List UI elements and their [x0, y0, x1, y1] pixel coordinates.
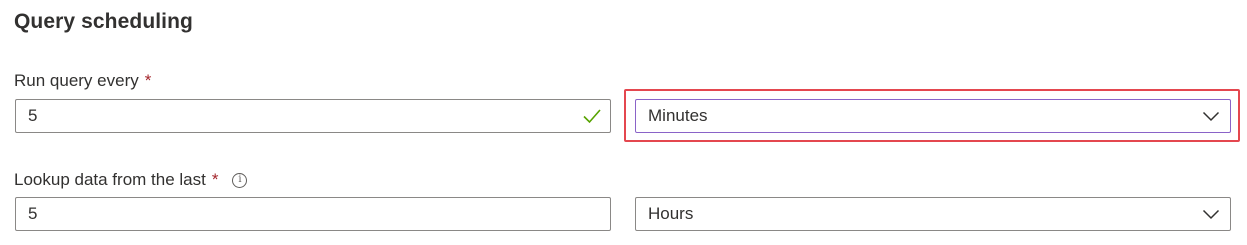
run-query-interval-input[interactable]: 5	[15, 99, 611, 133]
run-query-unit-value: Minutes	[648, 106, 708, 125]
lookup-period-value: 5	[28, 204, 38, 223]
section-title: Query scheduling	[14, 10, 193, 33]
required-marker: *	[144, 71, 152, 90]
lookup-unit-value: Hours	[648, 204, 694, 223]
checkmark-icon	[583, 109, 601, 124]
info-icon[interactable]: i	[232, 172, 248, 188]
chevron-down-icon	[1202, 111, 1220, 122]
lookup-period-input[interactable]: 5	[15, 197, 611, 231]
run-query-label: Run query every	[14, 71, 139, 90]
run-query-unit-dropdown[interactable]: Minutes	[635, 99, 1231, 133]
run-query-interval-value: 5	[28, 106, 38, 125]
lookup-label-row: Lookup data from the last * i	[14, 170, 248, 190]
chevron-down-icon	[1202, 209, 1220, 220]
run-query-label-row: Run query every *	[14, 71, 151, 91]
lookup-unit-dropdown[interactable]: Hours	[635, 197, 1231, 231]
required-marker: *	[211, 170, 219, 189]
lookup-label: Lookup data from the last	[14, 170, 206, 189]
